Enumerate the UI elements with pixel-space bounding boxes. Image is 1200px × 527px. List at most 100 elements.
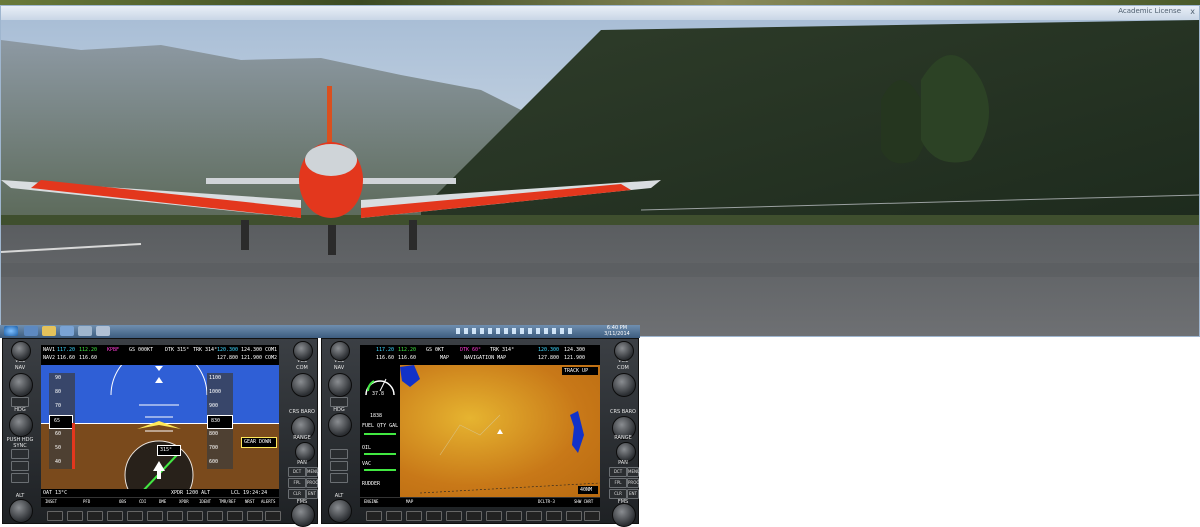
nav-knob[interactable] [328,373,352,397]
nav-mode-button[interactable] [330,473,348,483]
alt-knob[interactable] [328,499,352,523]
softkey-11[interactable] [247,511,263,521]
nav1-active[interactable]: 117.20 [57,347,75,353]
fpl-button[interactable]: FPL [609,478,627,488]
softkey-1[interactable] [366,511,382,521]
nav-swap-button[interactable] [11,397,29,407]
fd-button[interactable] [11,461,29,471]
fuel-bar [364,433,396,435]
softkey-7[interactable] [167,511,183,521]
range-knob[interactable] [295,442,315,462]
hdg-knob[interactable] [9,413,33,437]
com2-active[interactable]: 127.800 [217,355,238,361]
ent-button[interactable]: ENT [306,489,318,499]
softkey-5[interactable] [127,511,143,521]
nav-mode-button[interactable] [11,473,29,483]
range-knob[interactable] [616,442,636,462]
app-icon[interactable] [60,326,74,336]
softkey-4[interactable] [426,511,442,521]
nav-swap-button[interactable] [330,397,348,407]
fms-knob[interactable] [612,503,636,527]
softkey-5[interactable] [446,511,462,521]
fpl-button[interactable]: FPL [288,478,306,488]
clr-button[interactable]: CLR [609,489,627,499]
nav1-standby[interactable]: 112.20 [79,347,97,353]
vol-knob[interactable] [614,341,634,361]
softkey-7[interactable] [486,511,502,521]
navigation-map[interactable]: TRACK UP 40NM [400,365,600,498]
g1000-pfd-panel[interactable]: VOL NAV HDG PUSH HDG SYNC ALT VOL COM CR… [2,338,319,527]
oil-label: OIL [362,445,372,451]
com1-standby[interactable]: 124.300 [241,347,262,353]
softkey-8[interactable] [187,511,203,521]
taskbar[interactable]: 6:40 PM 3/11/2014 [0,325,640,338]
start-button-icon[interactable] [4,326,18,336]
softkey-8[interactable] [506,511,522,521]
vol-knob[interactable] [11,341,31,361]
nav1-active[interactable]: 117.20 [376,347,394,353]
alt-knob[interactable] [9,499,33,523]
nav2-active[interactable]: 116.60 [57,355,75,361]
com2-active[interactable]: 127.800 [538,355,559,361]
hdg-knob[interactable] [328,413,352,437]
proc-button[interactable]: PROC [306,478,318,488]
dct-button[interactable]: DCT [609,467,627,477]
com2-standby[interactable]: 121.900 [564,355,585,361]
softkey-12[interactable] [584,511,600,521]
sim-task-icon[interactable] [96,326,110,336]
softkey-10[interactable] [227,511,243,521]
sim-3d-view[interactable] [1,20,1199,336]
ent-button[interactable]: ENT [627,489,639,499]
fms-knob[interactable] [291,503,315,527]
explorer-icon[interactable] [24,326,38,336]
nav2-active[interactable]: 116.60 [376,355,394,361]
tray-clock[interactable]: 6:40 PM 3/11/2014 [600,325,634,337]
softkey-9[interactable] [207,511,223,521]
menu-button[interactable]: MENU [306,467,319,477]
ap-button[interactable] [11,449,29,459]
com-knob[interactable] [291,373,315,397]
com1-active[interactable]: 120.300 [217,347,238,353]
sim-title-bar[interactable]: Academic License x [1,6,1199,20]
proc-button[interactable]: PROC [627,478,639,488]
vol-knob[interactable] [293,341,313,361]
softkey-1[interactable] [47,511,63,521]
softkey-3[interactable] [406,511,422,521]
softkey-9[interactable] [526,511,542,521]
fd-button[interactable] [330,461,348,471]
tray-icons[interactable] [456,328,576,334]
nav-knob[interactable] [9,373,33,397]
nav2-standby[interactable]: 116.60 [79,355,97,361]
pfd-screen[interactable]: NAV1 117.20 112.20 NAV2 116.60 116.60 KP… [41,345,279,507]
mfd-screen[interactable]: 117.20 112.20 116.60 116.60 GS 0KT DTK 6… [360,345,600,507]
vol-knob[interactable] [330,341,350,361]
pfd-status-strip: OAT 13°C XPDR 1200 ALT LCL 19:24:24 [41,489,279,497]
folder-icon[interactable] [42,326,56,336]
speed-tick: 80 [55,389,62,395]
softkey-3[interactable] [87,511,103,521]
softkey-6[interactable] [147,511,163,521]
pfd-overlay [110,365,208,498]
ap-button[interactable] [330,449,348,459]
com2-standby[interactable]: 121.900 [241,355,262,361]
softkey-4[interactable] [107,511,123,521]
softkey-2[interactable] [386,511,402,521]
app-icon[interactable] [78,326,92,336]
softkey-2[interactable] [67,511,83,521]
sim-window[interactable]: Academic License x [0,5,1200,337]
softkey-6[interactable] [466,511,482,521]
com1-active[interactable]: 120.300 [538,347,559,353]
softkey-11[interactable] [566,511,582,521]
nav2-standby[interactable]: 116.60 [398,355,416,361]
softkey-10[interactable] [546,511,562,521]
dct-button[interactable]: DCT [288,467,306,477]
clr-button[interactable]: CLR [288,489,306,499]
menu-button[interactable]: MENU [627,467,640,477]
g1000-mfd-panel[interactable]: VOL NAV HDG ALT VOL COM CRS BARO RANGE P… [321,338,640,527]
com1-standby[interactable]: 124.300 [564,347,585,353]
close-icon[interactable]: x [1190,7,1195,16]
softkey-label: INSET [45,499,58,504]
softkey-12[interactable] [265,511,281,521]
nav1-standby[interactable]: 112.20 [398,347,416,353]
com-knob[interactable] [612,373,636,397]
